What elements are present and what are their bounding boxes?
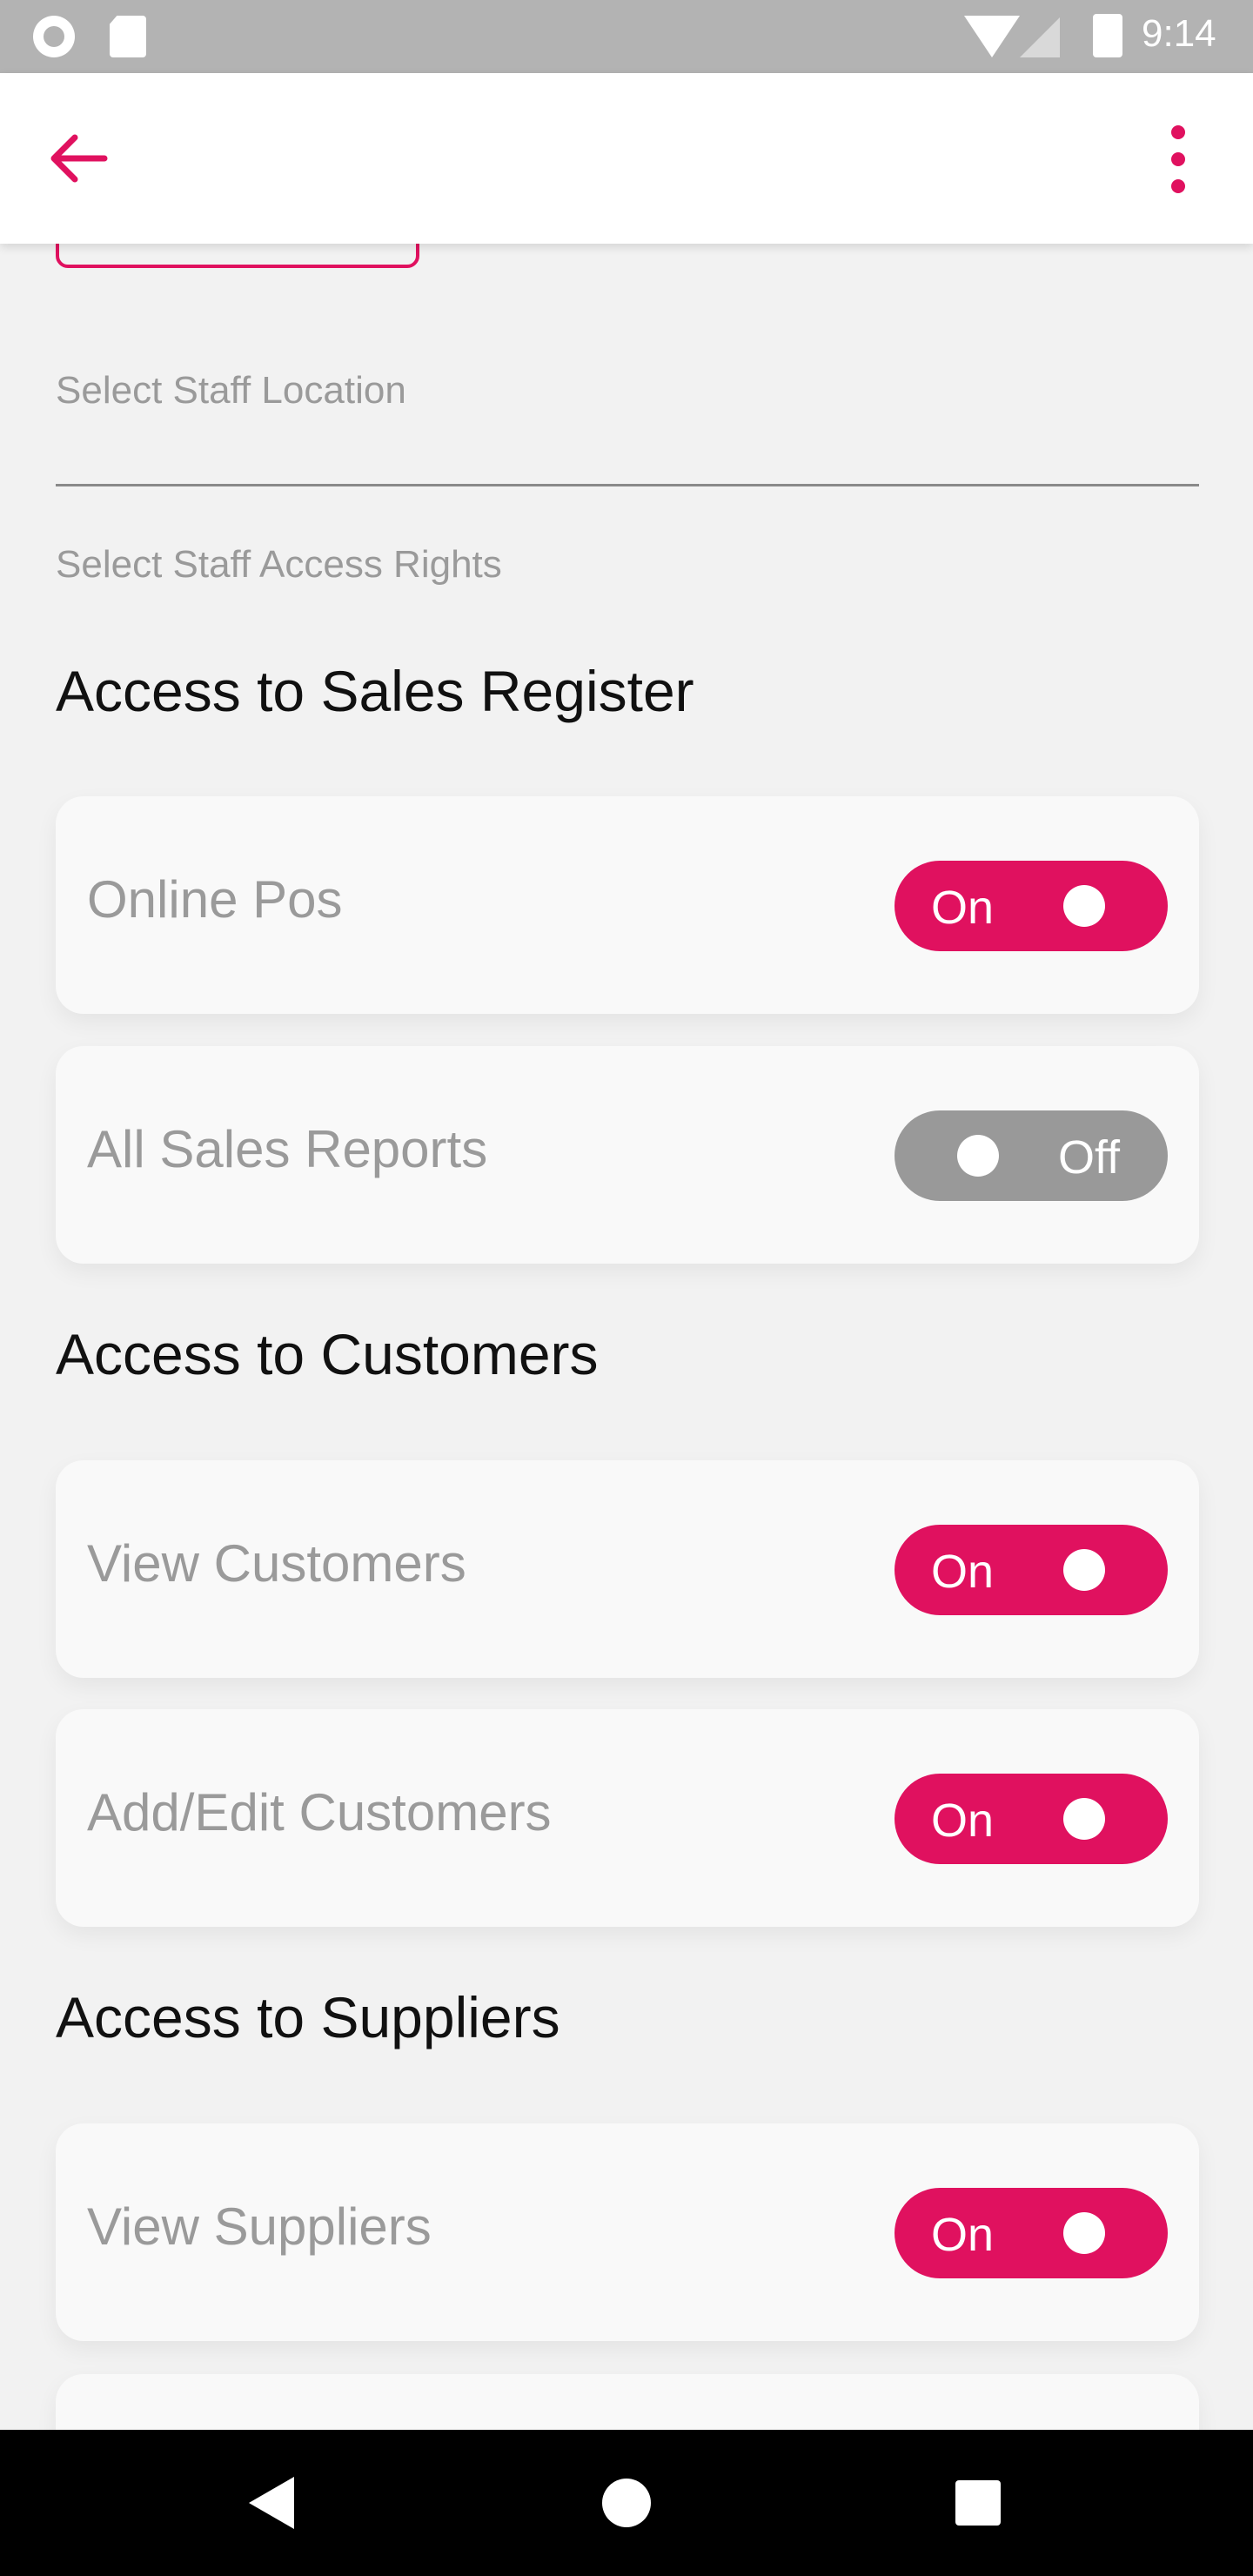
toggle-knob (1063, 885, 1105, 927)
toggle-state: On (931, 1794, 995, 1847)
status-bar: 9:14 (0, 0, 1253, 73)
more-vert-icon[interactable] (1154, 122, 1203, 197)
content-scroll[interactable]: Select Staff Location Select Staff Acces… (0, 244, 1253, 2430)
battery-icon (1093, 14, 1122, 57)
sd-card-icon (110, 16, 146, 57)
access-card-online-pos: Online Pos On (56, 796, 1199, 1014)
arrow-left-icon[interactable] (44, 124, 113, 193)
toggle-knob (957, 1135, 999, 1177)
app-bar (0, 73, 1253, 244)
toggle-knob (1063, 1549, 1105, 1591)
toggle-state: On (931, 2209, 995, 2261)
staff-location-label: Select Staff Location (56, 369, 406, 412)
access-label: Add/Edit Customers (87, 1783, 552, 1841)
staff-access-label: Select Staff Access Rights (56, 543, 502, 586)
section-title-sales-register: Access to Sales Register (56, 659, 694, 723)
toggle-state: Off (1058, 1131, 1121, 1184)
sync-icon (33, 16, 75, 57)
cell-signal-icon (1020, 17, 1060, 57)
nav-back-icon[interactable] (249, 2477, 294, 2529)
access-card-partial (56, 2374, 1199, 2430)
toggle-knob (1063, 1798, 1105, 1840)
access-label: View Suppliers (87, 2197, 432, 2256)
toggle-knob (1063, 2212, 1105, 2254)
toggle-state: On (931, 882, 995, 934)
status-time: 9:14 (1142, 12, 1216, 55)
access-label: Online Pos (87, 870, 343, 929)
access-card-all-sales-reports: All Sales Reports Off (56, 1046, 1199, 1264)
wifi-icon (964, 16, 1020, 57)
access-card-view-customers: View Customers On (56, 1460, 1199, 1678)
section-title-customers: Access to Customers (56, 1322, 599, 1386)
access-label: View Customers (87, 1534, 466, 1593)
nav-recents-icon[interactable] (955, 2480, 1001, 2526)
system-nav-bar (0, 2430, 1253, 2576)
nav-home-icon[interactable] (602, 2479, 651, 2527)
toggle-all-sales-reports[interactable]: Off (895, 1110, 1168, 1201)
access-label: All Sales Reports (87, 1120, 488, 1178)
staff-location-select[interactable] (56, 484, 1199, 486)
access-card-add-edit-customers: Add/Edit Customers On (56, 1709, 1199, 1927)
toggle-add-edit-customers[interactable]: On (895, 1774, 1168, 1864)
toggle-view-customers[interactable]: On (895, 1525, 1168, 1615)
toggle-online-pos[interactable]: On (895, 861, 1168, 951)
outlined-button[interactable] (56, 244, 419, 268)
toggle-state: On (931, 1546, 995, 1598)
access-card-view-suppliers: View Suppliers On (56, 2123, 1199, 2341)
toggle-view-suppliers[interactable]: On (895, 2188, 1168, 2278)
section-title-suppliers: Access to Suppliers (56, 1985, 560, 2049)
